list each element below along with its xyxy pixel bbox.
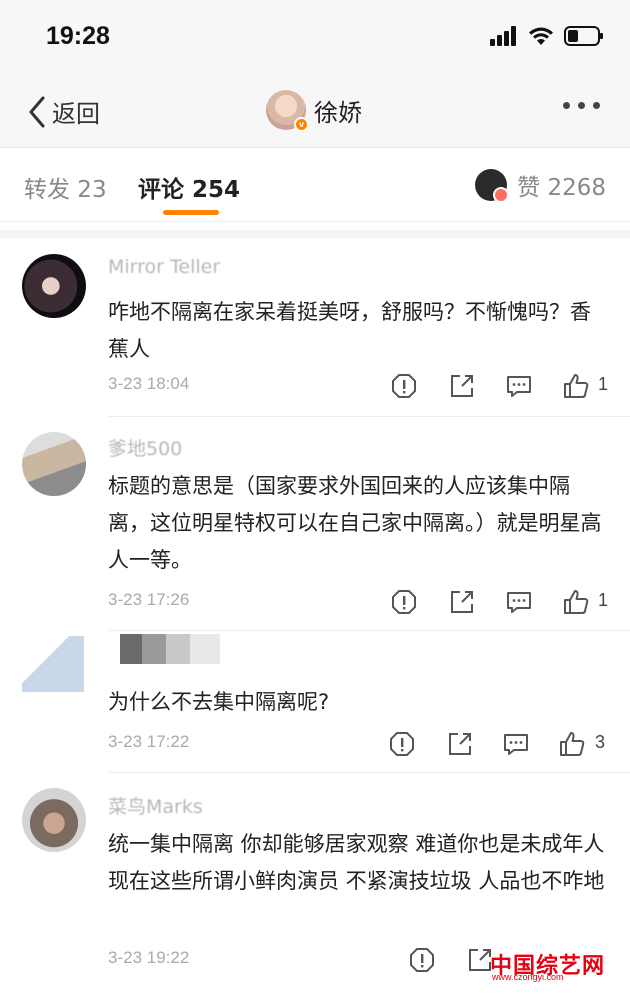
like-count-label: 赞 2268 bbox=[517, 175, 606, 201]
cellular-signal-icon bbox=[490, 26, 516, 46]
like-button[interactable] bbox=[562, 588, 590, 616]
back-label: 返回 bbox=[52, 100, 100, 128]
liker-avatar bbox=[475, 169, 510, 203]
watermark-url: www.czongyi.com bbox=[492, 972, 564, 982]
nav-title[interactable]: v 徐娇 bbox=[266, 90, 362, 132]
share-icon bbox=[451, 591, 473, 613]
page-title: 徐娇 bbox=[314, 98, 362, 127]
reply-button[interactable] bbox=[505, 588, 533, 616]
thumbs-up-icon bbox=[560, 732, 585, 756]
avatar[interactable] bbox=[22, 254, 86, 318]
like-button[interactable] bbox=[562, 372, 590, 400]
comment-meta: 3-23 17:22 3 bbox=[0, 730, 630, 760]
report-button[interactable] bbox=[388, 730, 416, 758]
report-icon bbox=[392, 374, 416, 398]
share-icon bbox=[449, 733, 471, 755]
tab-active-indicator bbox=[163, 210, 219, 215]
comment-like-count: 3 bbox=[595, 732, 606, 752]
comment-text: 统一集中隔离 你却能够居家观察 难道你也是未成年人 现在这些所谓小鲜肉演员 不紧… bbox=[108, 832, 605, 893]
tab-repost[interactable]: 转发 23 bbox=[24, 170, 107, 204]
avatar[interactable]: v bbox=[266, 90, 309, 132]
avatar[interactable] bbox=[22, 432, 86, 496]
report-button[interactable] bbox=[408, 946, 436, 974]
divider bbox=[108, 630, 630, 631]
thumbs-up-icon bbox=[564, 374, 589, 398]
comment-time: 3-23 19:22 bbox=[108, 948, 190, 967]
reply-button[interactable] bbox=[502, 730, 530, 758]
share-button[interactable] bbox=[448, 372, 476, 400]
comment-icon bbox=[507, 592, 531, 613]
more-button[interactable] bbox=[563, 102, 600, 109]
avatar[interactable] bbox=[22, 636, 84, 692]
thumbs-up-icon bbox=[564, 590, 589, 614]
chevron-left-icon bbox=[29, 96, 45, 127]
share-button[interactable] bbox=[448, 588, 476, 616]
report-icon bbox=[392, 590, 416, 614]
nav-bar: 返回 v 徐娇 bbox=[0, 78, 630, 148]
battery-icon bbox=[564, 26, 603, 46]
comment-username[interactable]: Mirror Teller bbox=[108, 256, 220, 278]
status-bar: 19:28 bbox=[0, 0, 630, 78]
comment-text: 标题的意思是（国家要求外国回来的人应该集中隔离，这位明星特权可以在自己家中隔离。… bbox=[108, 474, 602, 572]
comment-icon bbox=[507, 376, 531, 397]
comment-time: 3-23 17:22 bbox=[108, 732, 190, 751]
comment-username[interactable]: 菜鸟Marks bbox=[108, 792, 203, 819]
share-icon bbox=[451, 375, 473, 397]
blurred-username[interactable] bbox=[120, 634, 220, 664]
status-icons bbox=[490, 26, 604, 46]
like-button[interactable] bbox=[558, 730, 586, 758]
comment-text: 咋地不隔离在家呆着挺美呀，舒服吗？不惭愧吗？香蕉人 bbox=[108, 300, 591, 361]
back-button[interactable]: 返回 bbox=[28, 94, 100, 129]
report-icon bbox=[390, 732, 414, 756]
tab-like[interactable]: 赞 2268 bbox=[475, 168, 606, 203]
section-divider bbox=[0, 230, 630, 238]
tabs-bar: 转发 23 评论 254 赞 2268 bbox=[0, 148, 630, 222]
report-button[interactable] bbox=[390, 372, 418, 400]
share-button[interactable] bbox=[446, 730, 474, 758]
report-button[interactable] bbox=[390, 588, 418, 616]
divider bbox=[108, 772, 630, 773]
comment-meta: 3-23 18:04 1 bbox=[0, 372, 630, 402]
comment-icon bbox=[504, 734, 528, 755]
tab-comment[interactable]: 评论 254 bbox=[138, 170, 240, 204]
divider bbox=[108, 416, 630, 417]
wifi-icon bbox=[529, 27, 553, 45]
comment-like-count: 1 bbox=[598, 590, 609, 610]
site-watermark: 中国综艺网 www.czongyi.com bbox=[482, 946, 622, 984]
comment-like-count: 1 bbox=[598, 374, 609, 394]
comment-text: 为什么不去集中隔离呢? bbox=[108, 690, 330, 714]
status-time: 19:28 bbox=[46, 22, 110, 50]
comment-time: 3-23 18:04 bbox=[108, 374, 190, 393]
more-dots-icon bbox=[563, 102, 570, 109]
comment-time: 3-23 17:26 bbox=[108, 590, 190, 609]
report-icon bbox=[410, 948, 434, 972]
comment-username[interactable]: 爹地500 bbox=[108, 434, 182, 461]
verified-badge: v bbox=[294, 117, 309, 132]
comment-meta: 3-23 17:26 1 bbox=[0, 588, 630, 618]
reply-button[interactable] bbox=[505, 372, 533, 400]
avatar[interactable] bbox=[22, 788, 86, 852]
